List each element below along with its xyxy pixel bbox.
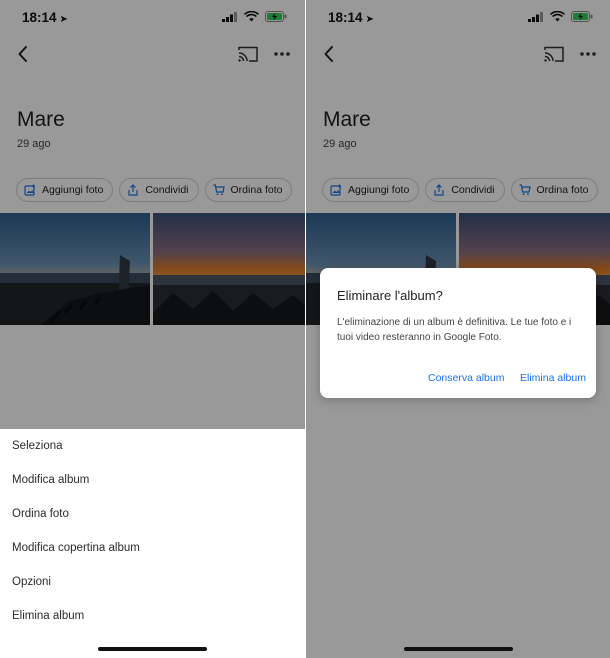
menu-item-delete-album[interactable]: Elimina album — [12, 610, 84, 622]
delete-album-button[interactable]: Elimina album — [520, 372, 586, 384]
home-indicator[interactable] — [404, 647, 513, 651]
delete-album-dialog: Eliminare l'album? L'eliminazione di un … — [320, 268, 596, 398]
menu-item-order-photos[interactable]: Ordina foto — [12, 508, 69, 520]
menu-item-select[interactable]: Seleziona — [12, 440, 63, 452]
options-sheet: Seleziona Modifica album Ordina foto Mod… — [0, 429, 305, 658]
right-screen: 18:14 ➤ Mare 29 ago Aggiungi foto Condivi… — [306, 0, 610, 658]
keep-album-button[interactable]: Conserva album — [428, 372, 504, 384]
dialog-message: L'eliminazione di un album è definitiva.… — [337, 317, 572, 343]
dialog-title: Eliminare l'album? — [337, 288, 443, 303]
menu-item-edit-cover[interactable]: Modifica copertina album — [12, 542, 140, 554]
menu-item-options[interactable]: Opzioni — [12, 576, 51, 588]
left-screen: 18:14 ➤ Mare 29 ago Aggiungi foto Condivi… — [0, 0, 305, 658]
menu-item-edit-album[interactable]: Modifica album — [12, 474, 89, 486]
home-indicator[interactable] — [98, 647, 207, 651]
